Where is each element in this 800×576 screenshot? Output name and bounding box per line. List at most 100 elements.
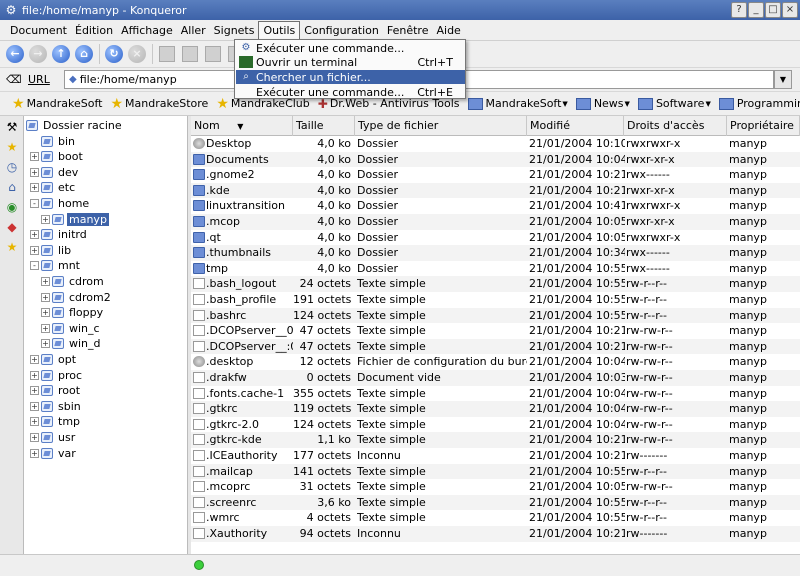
table-row[interactable]: .gtkrc-kde 1,1 ko Texte simple 21/01/2004 1…	[191, 432, 800, 448]
table-row[interactable]: .drakfw 0 octets Document vide 21/01/2004 1…	[191, 370, 800, 386]
table-row[interactable]: .bashrc 124 octets Texte simple 21/01/2004 …	[191, 307, 800, 324]
menu-item-run-command[interactable]: ⚙ Exécuter une commande...	[236, 41, 465, 55]
tree-node[interactable]: + var	[30, 446, 78, 461]
expand-icon[interactable]: +	[30, 433, 39, 442]
menu-item-open-terminal[interactable]: Ouvrir un terminal Ctrl+T	[236, 55, 465, 69]
expand-icon[interactable]: +	[30, 183, 39, 193]
table-row[interactable]: .mailcap 141 octets Texte simple 21/01/2004…	[191, 463, 800, 480]
help-button[interactable]: ?	[731, 2, 747, 18]
bookmark-folder-mandrakesoft[interactable]: MandrakeSoft ▼	[467, 97, 568, 110]
reload-button[interactable]: ↻	[103, 43, 125, 65]
expand-icon[interactable]: +	[41, 292, 50, 302]
menu-affichage[interactable]: Affichage	[117, 22, 177, 39]
tree-node[interactable]: + lib	[30, 243, 73, 258]
column-header-owner[interactable]: Propriétaire	[727, 116, 800, 136]
column-header-permissions[interactable]: Droits d'accès	[624, 116, 727, 136]
tree-node[interactable]: - home	[30, 196, 91, 211]
bookmark-folder-news[interactable]: News ▼	[575, 97, 630, 110]
menu-document[interactable]: Document	[6, 22, 71, 39]
bookmark-mandrakestore[interactable]: ★ MandrakeStore	[110, 96, 208, 112]
tree-node[interactable]: + root	[30, 383, 82, 398]
expand-icon[interactable]: +	[30, 448, 39, 458]
menu-signets[interactable]: Signets	[210, 22, 259, 39]
tree-node[interactable]: bin	[30, 134, 77, 149]
back-button[interactable]: ←	[4, 43, 26, 65]
bookmarks-tab-icon[interactable]: ★	[2, 138, 22, 156]
tree-node[interactable]: + usr	[30, 430, 77, 445]
network-tab-icon[interactable]: ◉	[2, 198, 22, 216]
table-row[interactable]: .mcop 4,0 ko Dossier 21/01/2004 10:05 rwxr-x…	[191, 214, 800, 230]
table-row[interactable]: .DCOPserver__0 47 octets Texte simple 21/01…	[191, 323, 800, 339]
menu-aller[interactable]: Aller	[177, 22, 210, 39]
table-row[interactable]: .wmrc 4 octets Texte simple 21/01/2004 10:5…	[191, 510, 800, 526]
cut-button[interactable]	[156, 43, 178, 65]
tree-node[interactable]: + cdrom	[41, 274, 106, 289]
tree-node[interactable]: + win_d	[41, 336, 103, 351]
table-row[interactable]: linuxtransition 4,0 ko Dossier 21/01/2004 1…	[191, 198, 800, 214]
table-row[interactable]: .bash_profile 191 octets Texte simple 21/01…	[191, 292, 800, 308]
forward-button[interactable]: →	[27, 43, 49, 65]
copy-button[interactable]	[179, 43, 201, 65]
menu-item-execute-command[interactable]: Exécuter une commande... Ctrl+E	[236, 85, 465, 99]
expand-icon[interactable]: +	[41, 308, 50, 318]
expand-icon[interactable]: +	[30, 401, 39, 411]
stop-button[interactable]: ×	[126, 43, 148, 65]
table-row[interactable]: Documents 4,0 ko Dossier 21/01/2004 10:04 rw…	[191, 151, 800, 168]
menu-edition[interactable]: Édition	[71, 22, 117, 39]
table-row[interactable]: .fonts.cache-1 355 octets Texte simple 21/0…	[191, 386, 800, 402]
tree-node[interactable]: - mnt	[30, 258, 82, 273]
table-row[interactable]: .qt 4,0 ko Dossier 21/01/2004 10:05 rwxrwxr-…	[191, 230, 800, 246]
up-button[interactable]: ↑	[50, 43, 72, 65]
expand-icon[interactable]: +	[30, 167, 39, 177]
table-row[interactable]: .desktop 12 octets Fichier de configuratio…	[191, 354, 800, 370]
tree-node[interactable]: + manyp	[41, 212, 109, 227]
collapse-icon[interactable]: -	[30, 199, 39, 208]
table-row[interactable]: .screenrc 3,6 ko Texte simple 21/01/2004 10…	[191, 494, 800, 511]
table-row[interactable]: .mcoprc 31 octets Texte simple 21/01/2004 1…	[191, 479, 800, 495]
column-header-modified[interactable]: Modifié	[527, 116, 624, 136]
tree-node[interactable]: + cdrom2	[41, 290, 113, 305]
bookmark-mandrakesoft[interactable]: ★ MandrakeSoft	[12, 96, 102, 112]
root-folder-tab-icon[interactable]: ◆	[2, 218, 22, 236]
table-row[interactable]: .DCOPserver__:0 47 octets Texte simple 21/0…	[191, 338, 800, 355]
expand-icon[interactable]: +	[30, 370, 39, 380]
tree-node[interactable]: + opt	[30, 352, 78, 367]
tree-node[interactable]: + dev	[30, 165, 80, 180]
expand-icon[interactable]: +	[41, 339, 50, 349]
menu-fenetre[interactable]: Fenêtre	[383, 22, 433, 39]
table-row[interactable]: .ICEauthority 177 octets Inconnu 21/01/2004…	[191, 448, 800, 464]
column-header-name[interactable]: Nom ▼	[191, 116, 293, 136]
bookmark-folder-programming[interactable]: Programming▼	[718, 97, 800, 110]
expand-icon[interactable]: +	[41, 323, 50, 333]
table-row[interactable]: .thumbnails 4,0 ko Dossier 21/01/2004 10:34…	[191, 245, 800, 261]
expand-icon[interactable]: +	[30, 230, 39, 240]
table-row[interactable]: tmp 4,0 ko Dossier 21/01/2004 10:55 rwx-----…	[191, 261, 800, 277]
table-row[interactable]: .gtkrc 119 octets Texte simple 21/01/2004 1…	[191, 401, 800, 417]
tree-node[interactable]: + tmp	[30, 414, 82, 429]
maximize-button[interactable]: □	[765, 2, 781, 18]
konqueror-icon[interactable]: ⚙	[4, 3, 18, 17]
table-row[interactable]: Desktop 4,0 ko Dossier 21/01/2004 10:10 rwxr…	[191, 136, 800, 152]
table-row[interactable]: .kde 4,0 ko Dossier 21/01/2004 10:21 rwxr-xr…	[191, 182, 800, 199]
config-tab-icon[interactable]: ⚒	[2, 118, 22, 136]
menu-outils[interactable]: Outils	[258, 20, 301, 40]
expand-icon[interactable]: +	[30, 245, 39, 255]
tree-node[interactable]: + floppy	[41, 305, 105, 320]
expand-icon[interactable]: +	[41, 214, 50, 224]
tree-node[interactable]: Dossier racine	[26, 118, 124, 133]
menu-item-find-file[interactable]: ⌕ Chercher un fichier...	[236, 70, 465, 84]
expand-icon[interactable]: +	[30, 152, 39, 162]
column-header-size[interactable]: Taille	[293, 116, 355, 136]
clear-location-icon[interactable]: ⌫	[6, 73, 24, 86]
table-row[interactable]: .Xauthority 94 octets Inconnu 21/01/2004 10…	[191, 526, 800, 542]
tree-node[interactable]: + etc	[30, 180, 77, 195]
table-row[interactable]: .bash_logout 24 octets Texte simple 21/01/2…	[191, 276, 800, 292]
tree-node[interactable]: + win_c	[41, 321, 102, 336]
home-button[interactable]: ⌂	[73, 43, 95, 65]
tree-node[interactable]: + proc	[30, 368, 84, 383]
tree-node[interactable]: + boot	[30, 149, 85, 164]
table-row[interactable]: .gnome2 4,0 ko Dossier 21/01/2004 10:21 rwx-…	[191, 167, 800, 183]
close-button[interactable]: ×	[782, 2, 798, 18]
expand-icon[interactable]: +	[30, 355, 39, 364]
table-row[interactable]: .gtkrc-2.0 124 octets Texte simple 21/01/20…	[191, 417, 800, 433]
